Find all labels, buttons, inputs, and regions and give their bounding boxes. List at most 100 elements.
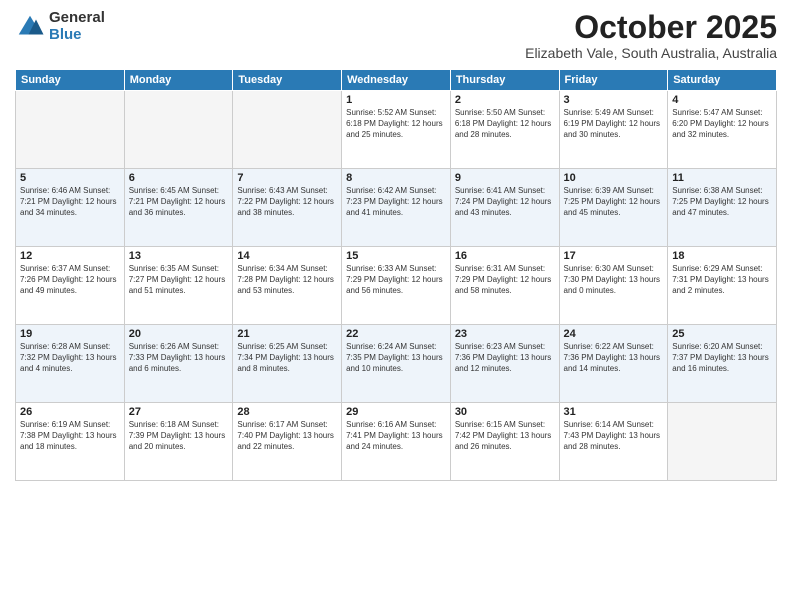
header-thursday: Thursday — [450, 70, 559, 91]
day-number: 6 — [129, 172, 229, 184]
day-info: Sunrise: 6:17 AM Sunset: 7:40 PM Dayligh… — [237, 420, 337, 452]
day-number: 8 — [346, 172, 446, 184]
day-number: 18 — [672, 250, 772, 262]
table-row: 23 Sunrise: 6:23 AM Sunset: 7:36 PM Dayli… — [450, 325, 559, 403]
day-info: Sunrise: 6:39 AM Sunset: 7:25 PM Dayligh… — [564, 186, 664, 218]
day-info: Sunrise: 6:19 AM Sunset: 7:38 PM Dayligh… — [20, 420, 120, 452]
table-row: 27Sunrise: 6:18 AM Sunset: 7:39 PM Dayli… — [124, 403, 233, 481]
day-number: 2 — [455, 94, 555, 106]
day-info: Sunrise: 6:41 AM Sunset: 7:24 PM Dayligh… — [455, 186, 555, 218]
day-number: 12 — [20, 250, 120, 262]
day-number: 11 — [672, 172, 772, 184]
month-title: October 2025 — [525, 10, 777, 45]
page: General Blue October 2025 Elizabeth Vale… — [0, 0, 792, 612]
day-info: Sunrise: 6:24 AM Sunset: 7:35 PM Dayligh… — [346, 342, 446, 374]
day-info: Sunrise: 6:23 AM Sunset: 7:36 PM Dayligh… — [455, 342, 555, 374]
table-row: 14 Sunrise: 6:34 AM Sunset: 7:28 PM Dayli… — [233, 247, 342, 325]
day-info: Sunrise: 6:29 AM Sunset: 7:31 PM Dayligh… — [672, 264, 772, 296]
logo-text: General Blue — [49, 10, 105, 43]
table-row: 16 Sunrise: 6:31 AM Sunset: 7:29 PM Dayli… — [450, 247, 559, 325]
day-number: 17 — [564, 250, 664, 262]
calendar-week-row: 5 Sunrise: 6:46 AM Sunset: 7:21 PM Daylig… — [16, 169, 777, 247]
day-number: 25 — [672, 328, 772, 340]
day-number: 9 — [455, 172, 555, 184]
calendar-week-row: 26 Sunrise: 6:19 AM Sunset: 7:38 PM Dayli… — [16, 403, 777, 481]
logo-icon — [15, 12, 45, 42]
table-row: 31 Sunrise: 6:14 AM Sunset: 7:43 PM Dayli… — [559, 403, 668, 481]
day-number: 30 — [455, 406, 555, 418]
table-row: 1Sunrise: 5:52 AM Sunset: 6:18 PM Daylig… — [342, 91, 451, 169]
table-row: 21 Sunrise: 6:25 AM Sunset: 7:34 PM Dayli… — [233, 325, 342, 403]
day-number: 29 — [346, 406, 446, 418]
table-row: 12Sunrise: 6:37 AM Sunset: 7:26 PM Dayli… — [16, 247, 125, 325]
table-row: 15 Sunrise: 6:33 AM Sunset: 7:29 PM Dayli… — [342, 247, 451, 325]
logo-blue: Blue — [49, 27, 105, 44]
day-info: Sunrise: 6:22 AM Sunset: 7:36 PM Dayligh… — [564, 342, 664, 374]
day-info: Sunrise: 6:20 AM Sunset: 7:37 PM Dayligh… — [672, 342, 772, 374]
table-row: 19Sunrise: 6:28 AM Sunset: 7:32 PM Dayli… — [16, 325, 125, 403]
day-info: Sunrise: 6:33 AM Sunset: 7:29 PM Dayligh… — [346, 264, 446, 296]
day-number: 16 — [455, 250, 555, 262]
table-row: 30Sunrise: 6:15 AM Sunset: 7:42 PM Dayli… — [450, 403, 559, 481]
day-info: Sunrise: 6:14 AM Sunset: 7:43 PM Dayligh… — [564, 420, 664, 452]
header-sunday: Sunday — [16, 70, 125, 91]
table-row: 11 Sunrise: 6:38 AM Sunset: 7:25 PM Dayli… — [668, 169, 777, 247]
table-row — [16, 91, 125, 169]
header-friday: Friday — [559, 70, 668, 91]
table-row: 29 Sunrise: 6:16 AM Sunset: 7:41 PM Dayli… — [342, 403, 451, 481]
day-info: Sunrise: 6:16 AM Sunset: 7:41 PM Dayligh… — [346, 420, 446, 452]
table-row: 7 Sunrise: 6:43 AM Sunset: 7:22 PM Daylig… — [233, 169, 342, 247]
day-info: Sunrise: 6:18 AM Sunset: 7:39 PM Dayligh… — [129, 420, 229, 452]
day-number: 20 — [129, 328, 229, 340]
table-row: 6 Sunrise: 6:45 AM Sunset: 7:21 PM Daylig… — [124, 169, 233, 247]
table-row — [124, 91, 233, 169]
day-info: Sunrise: 6:38 AM Sunset: 7:25 PM Dayligh… — [672, 186, 772, 218]
header-monday: Monday — [124, 70, 233, 91]
table-row: 5 Sunrise: 6:46 AM Sunset: 7:21 PM Daylig… — [16, 169, 125, 247]
day-number: 5 — [20, 172, 120, 184]
day-info: Sunrise: 6:45 AM Sunset: 7:21 PM Dayligh… — [129, 186, 229, 218]
day-number: 14 — [237, 250, 337, 262]
day-info: Sunrise: 5:49 AM Sunset: 6:19 PM Dayligh… — [564, 108, 664, 140]
table-row: 24 Sunrise: 6:22 AM Sunset: 7:36 PM Dayli… — [559, 325, 668, 403]
calendar-week-row: 12Sunrise: 6:37 AM Sunset: 7:26 PM Dayli… — [16, 247, 777, 325]
day-number: 7 — [237, 172, 337, 184]
day-info: Sunrise: 6:34 AM Sunset: 7:28 PM Dayligh… — [237, 264, 337, 296]
day-number: 24 — [564, 328, 664, 340]
table-row: 20 Sunrise: 6:26 AM Sunset: 7:33 PM Dayli… — [124, 325, 233, 403]
table-row: 9 Sunrise: 6:41 AM Sunset: 7:24 PM Daylig… — [450, 169, 559, 247]
table-row — [233, 91, 342, 169]
calendar-week-row: 1Sunrise: 5:52 AM Sunset: 6:18 PM Daylig… — [16, 91, 777, 169]
table-row: 4Sunrise: 5:47 AM Sunset: 6:20 PM Daylig… — [668, 91, 777, 169]
day-info: Sunrise: 6:43 AM Sunset: 7:22 PM Dayligh… — [237, 186, 337, 218]
day-number: 22 — [346, 328, 446, 340]
day-info: Sunrise: 5:50 AM Sunset: 6:18 PM Dayligh… — [455, 108, 555, 140]
day-info: Sunrise: 6:25 AM Sunset: 7:34 PM Dayligh… — [237, 342, 337, 374]
logo-general: General — [49, 10, 105, 27]
day-info: Sunrise: 6:46 AM Sunset: 7:21 PM Dayligh… — [20, 186, 120, 218]
subtitle: Elizabeth Vale, South Australia, Austral… — [525, 45, 777, 61]
day-info: Sunrise: 6:31 AM Sunset: 7:29 PM Dayligh… — [455, 264, 555, 296]
day-number: 3 — [564, 94, 664, 106]
day-info: Sunrise: 6:28 AM Sunset: 7:32 PM Dayligh… — [20, 342, 120, 374]
title-block: October 2025 Elizabeth Vale, South Austr… — [525, 10, 777, 61]
calendar-header-row: Sunday Monday Tuesday Wednesday Thursday… — [16, 70, 777, 91]
day-info: Sunrise: 6:26 AM Sunset: 7:33 PM Dayligh… — [129, 342, 229, 374]
calendar-week-row: 19Sunrise: 6:28 AM Sunset: 7:32 PM Dayli… — [16, 325, 777, 403]
day-info: Sunrise: 5:47 AM Sunset: 6:20 PM Dayligh… — [672, 108, 772, 140]
day-number: 21 — [237, 328, 337, 340]
table-row: 13Sunrise: 6:35 AM Sunset: 7:27 PM Dayli… — [124, 247, 233, 325]
day-number: 26 — [20, 406, 120, 418]
header-wednesday: Wednesday — [342, 70, 451, 91]
table-row: 28Sunrise: 6:17 AM Sunset: 7:40 PM Dayli… — [233, 403, 342, 481]
logo: General Blue — [15, 10, 105, 43]
day-info: Sunrise: 6:35 AM Sunset: 7:27 PM Dayligh… — [129, 264, 229, 296]
day-number: 23 — [455, 328, 555, 340]
header-saturday: Saturday — [668, 70, 777, 91]
header-tuesday: Tuesday — [233, 70, 342, 91]
table-row: 25 Sunrise: 6:20 AM Sunset: 7:37 PM Dayli… — [668, 325, 777, 403]
table-row: 2 Sunrise: 5:50 AM Sunset: 6:18 PM Daylig… — [450, 91, 559, 169]
day-number: 15 — [346, 250, 446, 262]
day-number: 10 — [564, 172, 664, 184]
day-number: 31 — [564, 406, 664, 418]
